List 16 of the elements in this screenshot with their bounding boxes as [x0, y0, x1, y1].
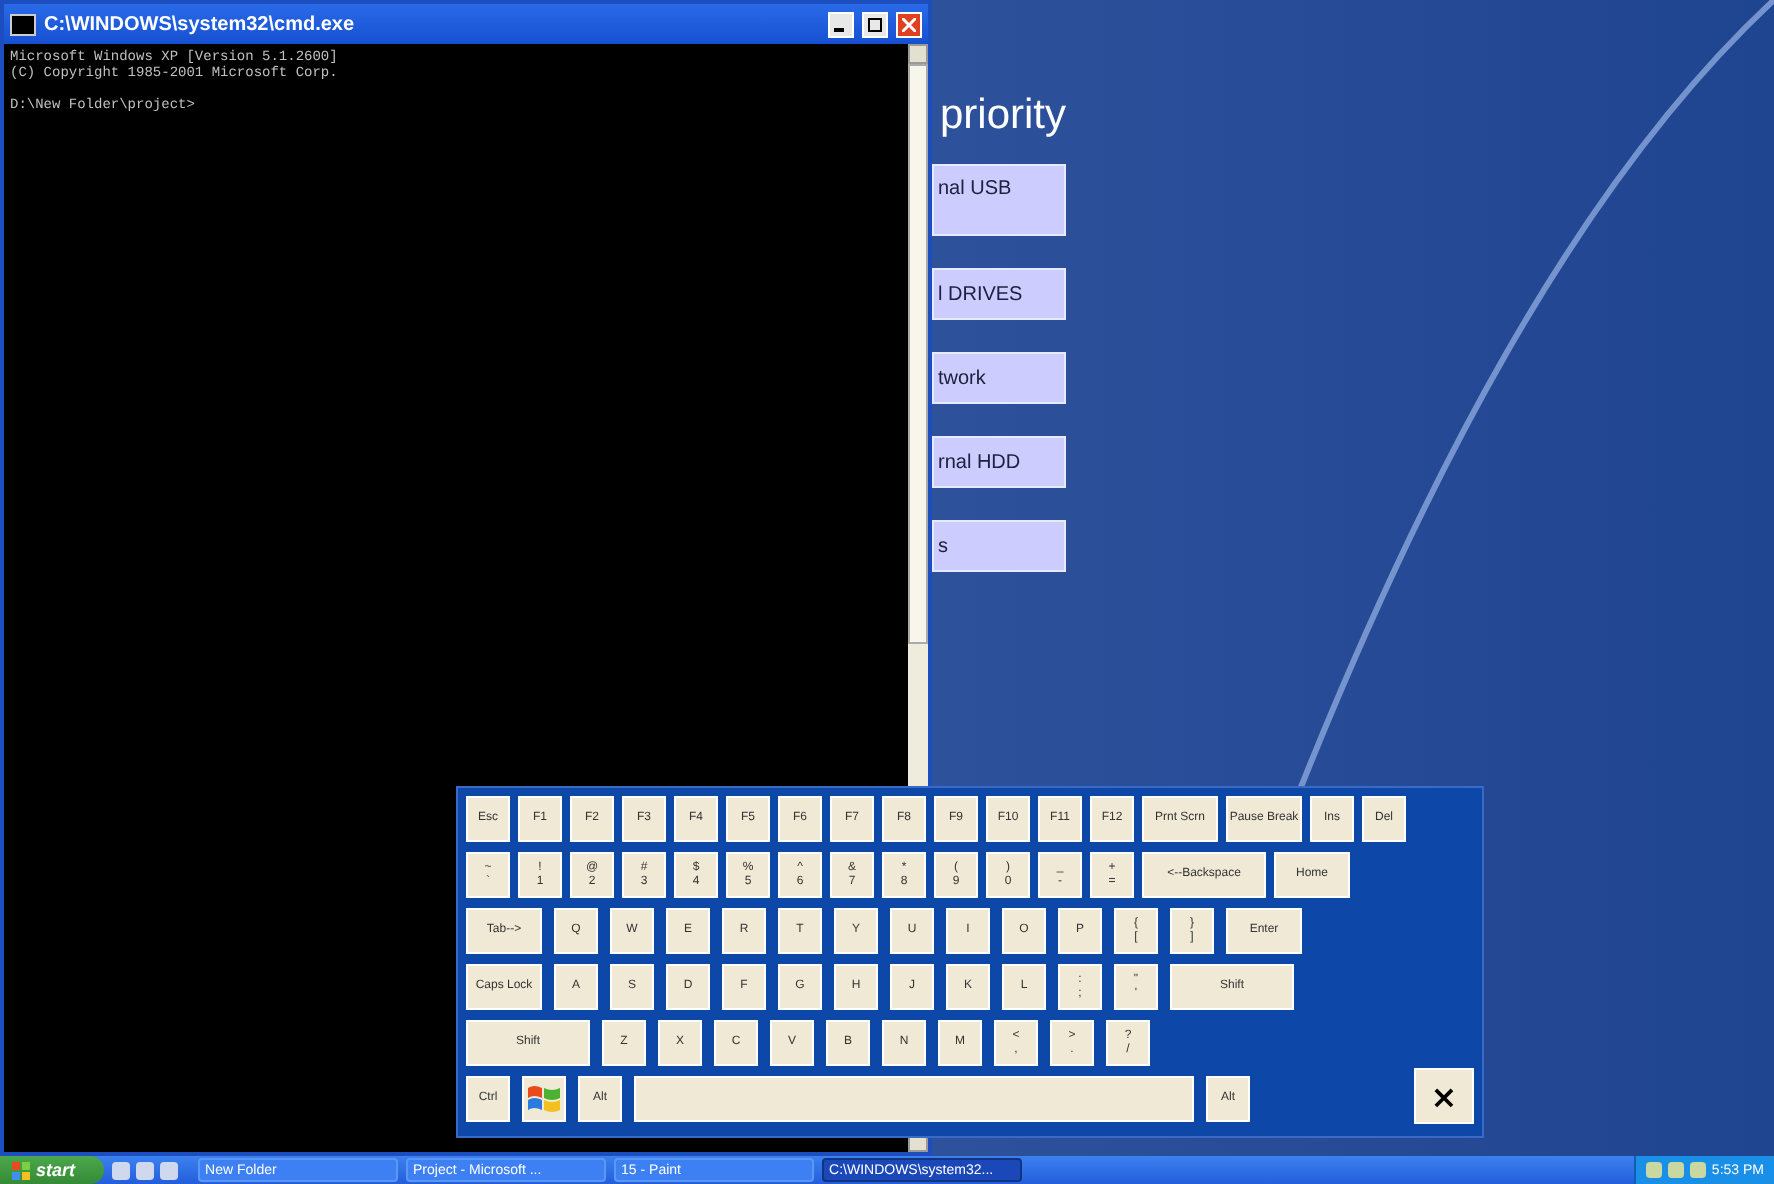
priority-button[interactable]: twork	[932, 352, 1066, 404]
maximize-icon[interactable]	[862, 11, 888, 37]
priority-button[interactable]: l DRIVES	[932, 268, 1066, 320]
close-icon[interactable]	[896, 11, 922, 37]
minimize-icon[interactable]	[828, 11, 854, 37]
window-title: C:\WINDOWS\system32\cmd.exe	[44, 13, 357, 35]
priority-button[interactable]: nal USB	[932, 164, 1066, 236]
keyboard-close-button[interactable]: ×	[1414, 1068, 1474, 1124]
priority-button[interactable]: s	[932, 520, 1066, 572]
priority-button[interactable]: rnal HDD	[932, 436, 1066, 488]
scroll-thumb[interactable]	[908, 64, 928, 644]
app-heading: priority	[940, 92, 1067, 140]
start-button[interactable]: start	[0, 1156, 104, 1184]
windows-flag-icon	[12, 1161, 30, 1179]
console-icon	[10, 13, 36, 35]
windows-logo-key[interactable]	[522, 1076, 566, 1122]
